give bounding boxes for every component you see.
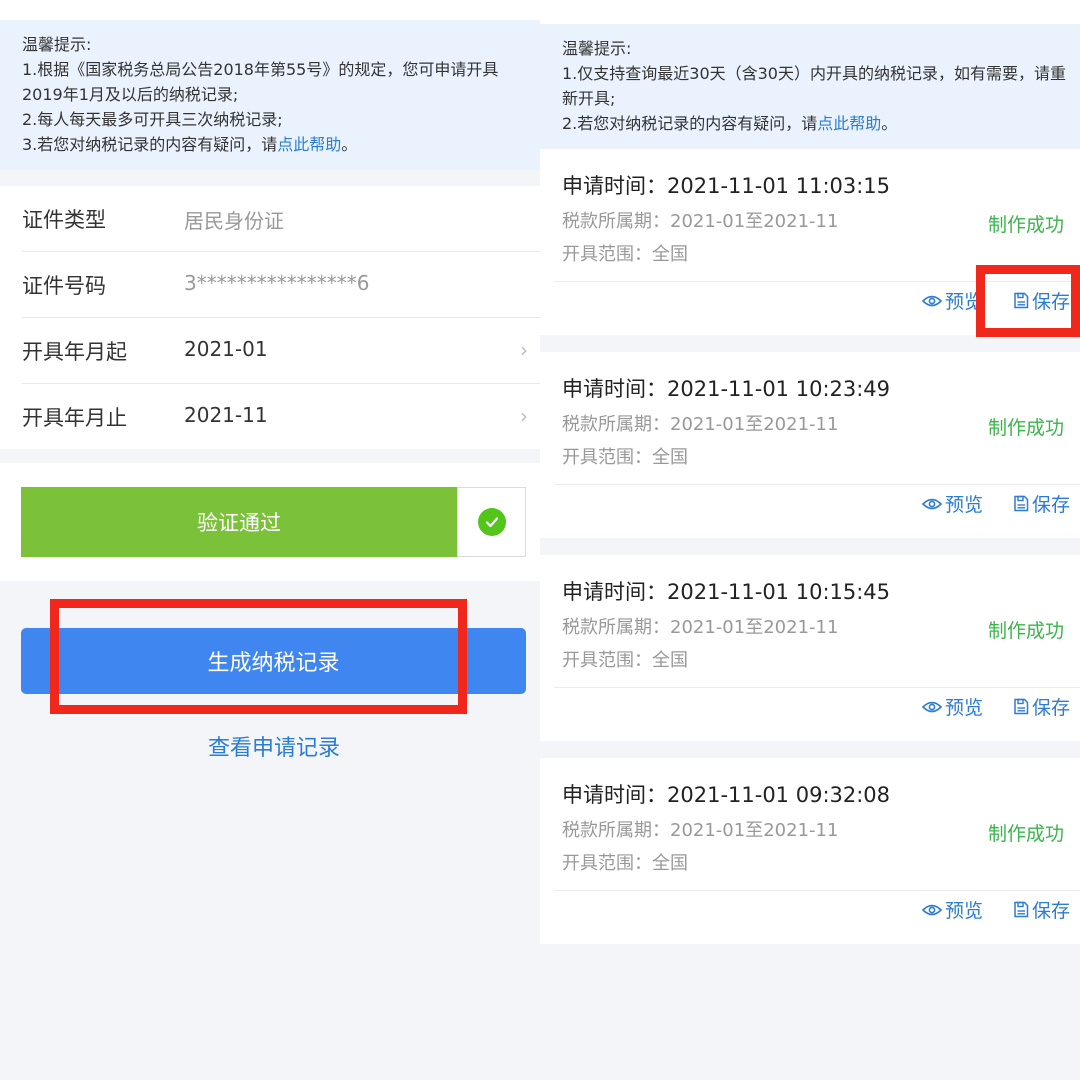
header-bar xyxy=(0,0,540,21)
preview-button[interactable]: 预览 xyxy=(921,693,983,720)
divider xyxy=(554,687,1080,688)
tips-box: 温馨提示: 1.根据《国家税务总局公告2018年第55号》的规定，您可申请开具2… xyxy=(0,20,540,170)
preview-button[interactable]: 预览 xyxy=(921,287,983,314)
tips-box: 温馨提示: 1.仅支持查询最近30天（含30天）内开具的纳税记录，如有需要，请重… xyxy=(540,24,1080,149)
save-button[interactable]: 保存 xyxy=(1013,896,1070,923)
record-card: 申请时间：2021-11-01 10:15:45 税款所属期：2021-01至2… xyxy=(540,555,1080,741)
record-scope: 开具范围：全国 xyxy=(562,447,688,468)
record-card: 申请时间：2021-11-01 09:32:08 税款所属期：2021-01至2… xyxy=(540,758,1080,944)
tips-title: 温馨提示: xyxy=(22,35,92,54)
status-badge: 制作成功 xyxy=(987,620,1064,642)
tips-title: 温馨提示: xyxy=(562,39,632,58)
divider xyxy=(554,484,1080,485)
record-period: 税款所属期：2021-01至2021-11 xyxy=(562,617,839,638)
end-month-value[interactable]: 2021-11 xyxy=(184,403,268,427)
divider xyxy=(554,281,1080,282)
save-icon xyxy=(1014,698,1029,715)
help-link[interactable]: 点此帮助 xyxy=(817,114,881,133)
tips-line: 1.仅支持查询最近30天（含30天）内开具的纳税记录，如有需要，请重新开具; xyxy=(562,64,1066,108)
tips-line: 3.若您对纳税记录的内容有疑问，请点此帮助。 xyxy=(22,135,358,154)
status-badge: 制作成功 xyxy=(987,823,1064,845)
field-label: 证件号码 xyxy=(22,274,106,298)
save-button[interactable]: 保存 xyxy=(1013,287,1070,314)
tips-line: 2.每人每天最多可开具三次纳税记录; xyxy=(22,110,283,129)
record-actions: 预览 保存 xyxy=(892,693,1070,720)
record-actions: 预览 保存 xyxy=(892,896,1070,923)
tips-line: 2.若您对纳税记录的内容有疑问，请点此帮助。 xyxy=(562,114,898,133)
record-period: 税款所属期：2021-01至2021-11 xyxy=(562,211,839,232)
record-period: 税款所属期：2021-01至2021-11 xyxy=(562,820,839,841)
header-bar xyxy=(540,0,1080,24)
status-badge: 制作成功 xyxy=(987,214,1064,236)
save-button[interactable]: 保存 xyxy=(1013,693,1070,720)
verify-slider[interactable]: 验证通过 xyxy=(21,487,457,557)
save-icon xyxy=(1014,901,1029,918)
tips-line: 1.根据《国家税务总局公告2018年第55号》的规定，您可申请开具2019年1月… xyxy=(22,60,499,104)
record-card: 申请时间：2021-11-01 11:03:15 税款所属期：2021-01至2… xyxy=(540,149,1080,335)
eye-icon xyxy=(921,498,942,509)
application-form: 证件类型 居民身份证 证件号码 3****************6 开具年月起… xyxy=(0,186,540,449)
chevron-right-icon: › xyxy=(520,338,528,362)
id-number-value: 3****************6 xyxy=(184,271,370,295)
left-screen: 温馨提示: 1.根据《国家税务总局公告2018年第55号》的规定，您可申请开具2… xyxy=(0,0,540,1080)
eye-icon xyxy=(921,295,942,306)
eye-icon xyxy=(921,701,942,712)
check-icon xyxy=(477,508,506,536)
record-time: 申请时间：2021-11-01 10:15:45 xyxy=(562,580,891,604)
record-period: 税款所属期：2021-01至2021-11 xyxy=(562,414,839,435)
record-actions: 预览 保存 xyxy=(892,490,1070,517)
field-label: 开具年月止 xyxy=(22,406,127,430)
field-label: 证件类型 xyxy=(22,208,106,232)
record-scope: 开具范围：全国 xyxy=(562,244,688,265)
save-button[interactable]: 保存 xyxy=(1013,490,1070,517)
generate-record-button[interactable]: 生成纳税记录 xyxy=(21,628,526,694)
start-month-row[interactable]: 开具年月起 2021-01 › xyxy=(22,318,540,384)
chevron-right-icon: › xyxy=(520,404,528,428)
id-type-row: 证件类型 居民身份证 xyxy=(22,186,540,252)
record-actions: 预览 保存 xyxy=(892,287,1070,314)
record-scope: 开具范围：全国 xyxy=(562,853,688,874)
record-scope: 开具范围：全国 xyxy=(562,650,688,671)
end-month-row[interactable]: 开具年月止 2021-11 › xyxy=(22,384,540,449)
divider xyxy=(554,890,1080,891)
verify-handle[interactable] xyxy=(457,487,526,557)
id-type-value: 居民身份证 xyxy=(184,209,284,233)
field-label: 开具年月起 xyxy=(22,340,127,364)
eye-icon xyxy=(921,904,942,915)
record-time: 申请时间：2021-11-01 11:03:15 xyxy=(562,174,891,198)
record-time: 申请时间：2021-11-01 10:23:49 xyxy=(562,377,891,401)
help-link[interactable]: 点此帮助 xyxy=(277,135,341,154)
record-card: 申请时间：2021-11-01 10:23:49 税款所属期：2021-01至2… xyxy=(540,352,1080,538)
view-records-link[interactable]: 查看申请记录 xyxy=(0,730,540,762)
preview-button[interactable]: 预览 xyxy=(921,896,983,923)
status-badge: 制作成功 xyxy=(987,417,1064,439)
preview-button[interactable]: 预览 xyxy=(921,490,983,517)
save-icon xyxy=(1014,292,1029,309)
id-number-row: 证件号码 3****************6 xyxy=(22,252,540,318)
start-month-value[interactable]: 2021-01 xyxy=(184,337,268,361)
verification-section: 验证通过 xyxy=(0,463,540,581)
right-screen: 温馨提示: 1.仅支持查询最近30天（含30天）内开具的纳税记录，如有需要，请重… xyxy=(540,0,1080,1080)
save-icon xyxy=(1014,495,1029,512)
record-time: 申请时间：2021-11-01 09:32:08 xyxy=(562,783,891,807)
